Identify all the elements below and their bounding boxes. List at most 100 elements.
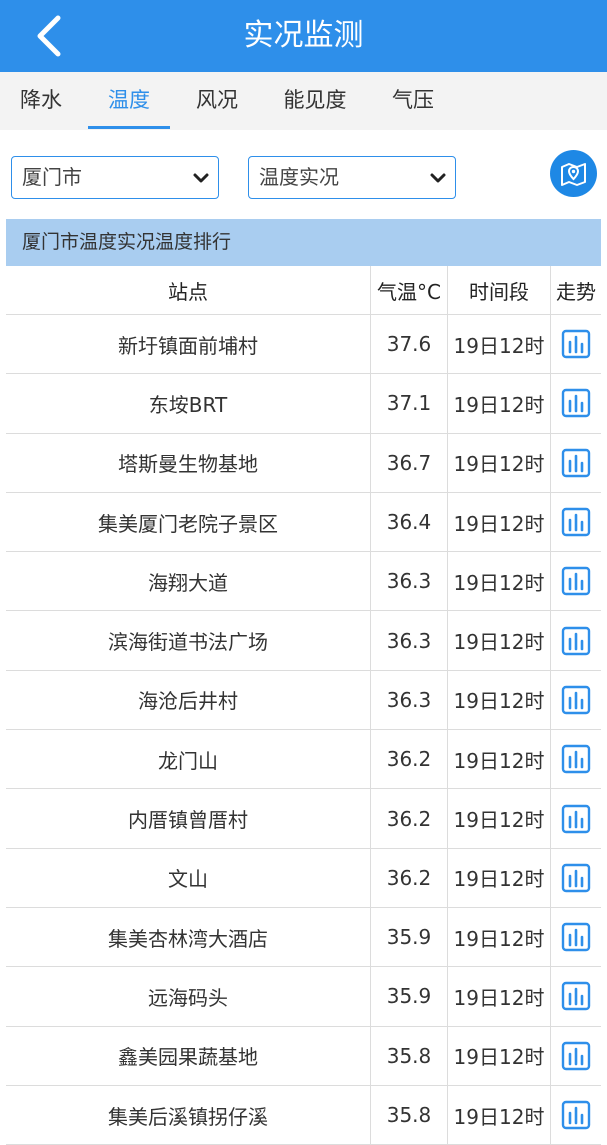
bar-chart-icon [561, 389, 591, 418]
table-row[interactable]: 集美厦门老院子景区 36.4 19日12时 [6, 492, 601, 553]
table-row[interactable]: 远海码头 35.9 19日12时 [6, 967, 601, 1027]
trend-button[interactable] [550, 670, 601, 730]
bar-chart-icon [561, 804, 591, 833]
station-name: 东垵BRT [148, 392, 228, 417]
table-row[interactable]: 东垵BRT 37.1 19日12时 [6, 374, 601, 434]
temperature-value: 36.2 [370, 730, 447, 789]
tab-pressure[interactable]: 气压 [382, 72, 444, 130]
tab-precipitation[interactable]: 降水 [10, 72, 72, 130]
temperature-value: 37.1 [370, 374, 447, 433]
map-icon [561, 163, 586, 186]
bar-chart-icon [561, 745, 591, 774]
table-header-row: 站点 气温°C 时间段 走势 [6, 266, 601, 315]
table-row[interactable]: 海翔大道 36.3 19日12时 [6, 552, 601, 612]
temperature-value: 37.6 [370, 315, 447, 374]
temperature-value: 35.9 [370, 907, 447, 967]
bar-chart-icon [561, 448, 591, 477]
time-period: 19日12时 [447, 374, 550, 433]
station-name: 龙门山 [158, 748, 218, 773]
time-period: 19日12时 [447, 967, 550, 1026]
header-temperature: 气温°C [370, 266, 447, 314]
header-trend: 走势 [550, 266, 601, 314]
trend-button[interactable] [550, 492, 601, 552]
time-period: 19日12时 [447, 789, 550, 848]
time-period: 19日12时 [447, 315, 550, 374]
tab-bar: 降水 温度 风况 能见度 气压 [0, 72, 607, 130]
chevron-down-icon [193, 173, 209, 183]
station-name: 新圩镇面前埔村 [118, 333, 258, 358]
temperature-value: 36.3 [370, 611, 447, 670]
temperature-value: 36.3 [370, 670, 447, 730]
city-select-value: 厦门市 [22, 165, 82, 189]
time-period: 19日12时 [447, 552, 550, 611]
station-name: 塔斯曼生物基地 [118, 452, 258, 477]
bar-chart-icon [561, 1100, 591, 1130]
app-header: 实况监测 [0, 0, 607, 72]
trend-button[interactable] [550, 611, 601, 670]
station-name: 滨海街道书法广场 [108, 630, 268, 655]
table-row[interactable]: 集美杏林湾大酒店 35.9 19日12时 [6, 907, 601, 968]
trend-button[interactable] [550, 433, 601, 492]
ranking-title: 厦门市温度实况温度排行 [6, 219, 601, 266]
time-period: 19日12时 [447, 492, 550, 552]
bar-chart-icon [561, 507, 591, 537]
station-name: 集美杏林湾大酒店 [108, 926, 268, 951]
temperature-value: 36.2 [370, 789, 447, 848]
table-row[interactable]: 集美后溪镇拐仔溪 35.8 19日12时 [6, 1085, 601, 1145]
table-row[interactable]: 海沧后井村 36.3 19日12时 [6, 670, 601, 731]
station-name: 海翔大道 [148, 570, 228, 595]
bar-chart-icon [561, 329, 591, 359]
table-row[interactable]: 鑫美园果蔬基地 35.8 19日12时 [6, 1026, 601, 1086]
trend-button[interactable] [550, 315, 601, 374]
temperature-value: 36.4 [370, 492, 447, 552]
time-period: 19日12时 [447, 670, 550, 730]
table-row[interactable]: 内厝镇曾厝村 36.2 19日12时 [6, 789, 601, 849]
station-name: 文山 [168, 867, 208, 892]
tab-wind[interactable]: 风况 [186, 72, 248, 130]
page-title: 实况监测 [243, 18, 364, 53]
temperature-value: 36.2 [370, 848, 447, 907]
data-type-select[interactable]: 温度实况 [248, 156, 456, 199]
bar-chart-icon [561, 863, 591, 893]
time-period: 19日12时 [447, 433, 550, 492]
station-name: 鑫美园果蔬基地 [118, 1045, 258, 1070]
data-type-select-value: 温度实况 [259, 165, 339, 189]
city-select[interactable]: 厦门市 [11, 156, 219, 199]
time-period: 19日12时 [447, 1026, 550, 1085]
time-period: 19日12时 [447, 907, 550, 967]
station-name: 集美厦门老院子景区 [98, 511, 278, 536]
station-name: 内厝镇曾厝村 [128, 808, 248, 833]
table-row[interactable]: 滨海街道书法广场 36.3 19日12时 [6, 611, 601, 671]
trend-button[interactable] [550, 1026, 601, 1085]
bar-chart-icon [561, 626, 591, 655]
trend-button[interactable] [550, 789, 601, 848]
tab-visibility[interactable]: 能见度 [270, 72, 360, 130]
temperature-value: 35.8 [370, 1085, 447, 1145]
chevron-down-icon [430, 173, 446, 183]
trend-button[interactable] [550, 730, 601, 789]
time-period: 19日12时 [447, 611, 550, 670]
table-row[interactable]: 新圩镇面前埔村 37.6 19日12时 [6, 315, 601, 375]
map-button[interactable] [550, 150, 597, 197]
header-period: 时间段 [447, 266, 550, 314]
table-row[interactable]: 龙门山 36.2 19日12时 [6, 730, 601, 790]
trend-button[interactable] [550, 848, 601, 907]
bar-chart-icon [561, 567, 591, 596]
bar-chart-icon [561, 922, 591, 952]
time-period: 19日12时 [447, 848, 550, 907]
table-row[interactable]: 文山 36.2 19日12时 [6, 848, 601, 908]
trend-button[interactable] [550, 1085, 601, 1145]
active-tab-indicator [88, 126, 170, 129]
trend-button[interactable] [550, 967, 601, 1026]
station-name: 远海码头 [148, 985, 228, 1010]
table-row[interactable]: 塔斯曼生物基地 36.7 19日12时 [6, 433, 601, 493]
tab-temperature[interactable]: 温度 [88, 72, 170, 130]
trend-button[interactable] [550, 374, 601, 433]
bar-chart-icon [561, 982, 591, 1011]
temperature-value: 36.7 [370, 433, 447, 492]
temperature-ranking-table: 站点 气温°C 时间段 走势 新圩镇面前埔村 37.6 19日12时 东垵BRT 37.… [6, 266, 601, 1145]
station-name: 集美后溪镇拐仔溪 [108, 1104, 268, 1129]
temperature-value: 36.3 [370, 552, 447, 611]
trend-button[interactable] [550, 907, 601, 967]
trend-button[interactable] [550, 552, 601, 611]
